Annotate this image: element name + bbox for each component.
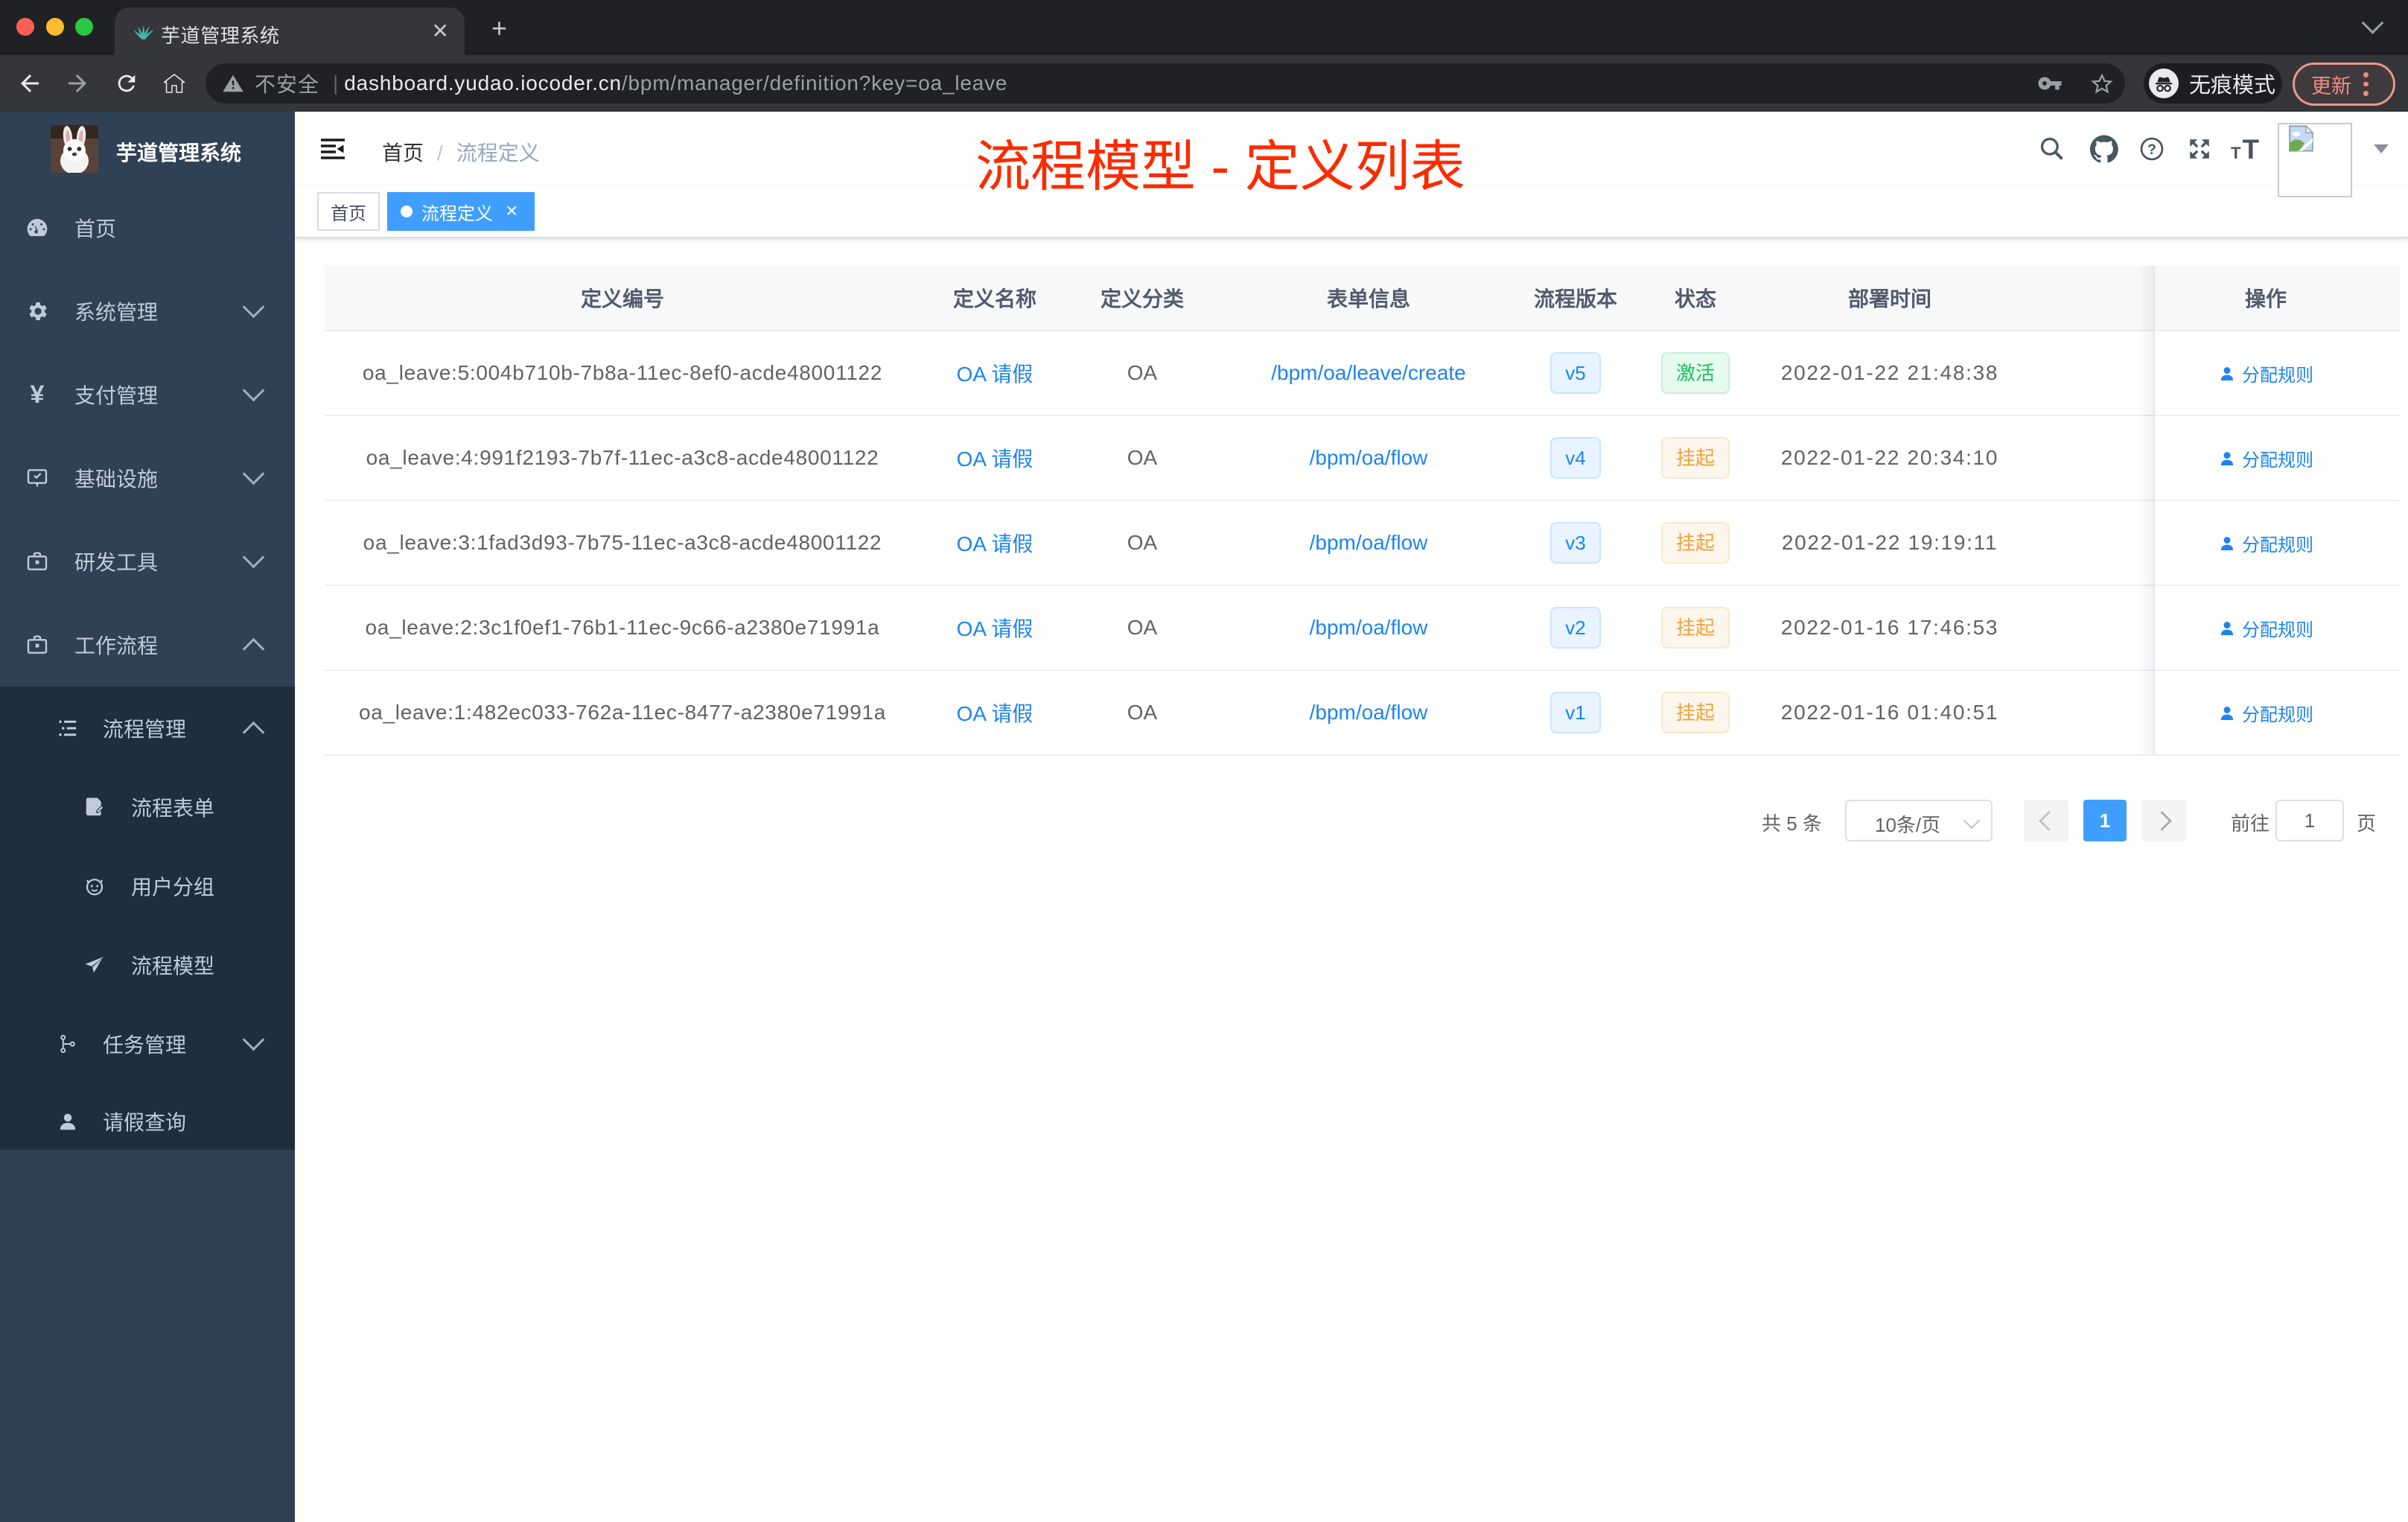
svg-text:T: T xyxy=(2231,144,2241,162)
svg-text:T: T xyxy=(2243,134,2259,165)
svg-text:?: ? xyxy=(2147,141,2156,158)
